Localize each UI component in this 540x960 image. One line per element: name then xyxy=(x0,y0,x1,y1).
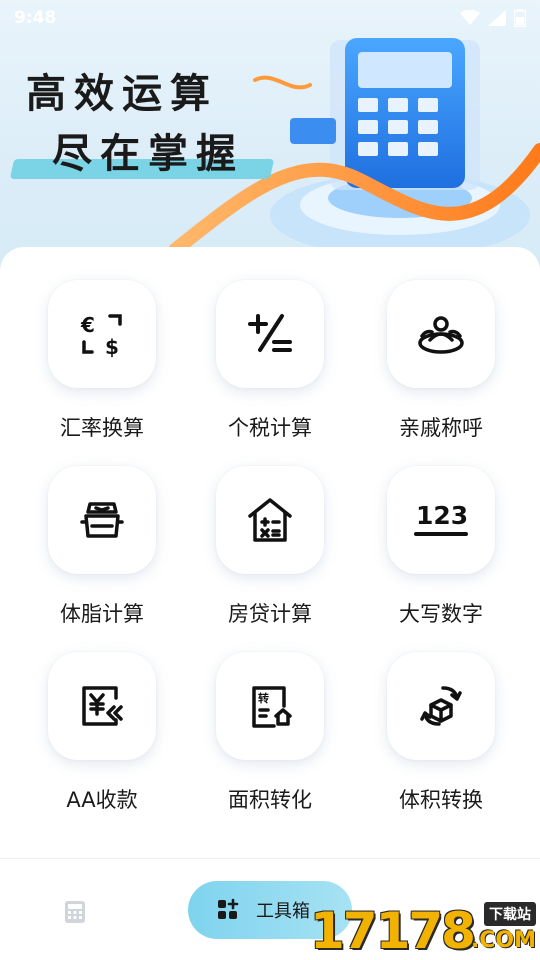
tool-label: 房贷计算 xyxy=(228,602,312,626)
number-123-icon: 123 xyxy=(414,501,468,536)
tool-icon-box[interactable] xyxy=(387,652,495,760)
tool-currency-exchange[interactable]: € $ 汇率换算 xyxy=(17,280,187,442)
tool-area-convert[interactable]: 转 面积转化 xyxy=(185,652,355,814)
tool-volume-convert[interactable]: 体积转换 xyxy=(356,652,526,814)
banner-slogan: 高效运算 尽在掌握 xyxy=(9,64,275,184)
slogan-line1: 高效运算 xyxy=(26,70,218,117)
tool-aa-payment[interactable]: AA收款 xyxy=(17,652,187,814)
tool-label: 亲戚称呼 xyxy=(399,416,483,440)
wifi-icon xyxy=(460,10,480,25)
tool-label: 体积转换 xyxy=(399,788,483,812)
watermark-logo: 17178 下载站 .COM xyxy=(310,898,540,960)
tab-calculator[interactable] xyxy=(60,897,90,927)
tool-income-tax[interactable]: 个税计算 xyxy=(185,280,355,442)
slogan-line2: 尽在掌握 xyxy=(52,130,244,177)
area-convert-icon: 转 xyxy=(252,686,292,728)
calculator-icon xyxy=(65,901,85,923)
svg-text:$: $ xyxy=(105,335,119,358)
toolbox-icon xyxy=(218,898,239,919)
tool-label: 体脂计算 xyxy=(60,602,144,626)
tool-icon-box[interactable]: € $ xyxy=(48,280,156,388)
yuan-split-icon xyxy=(82,686,123,726)
watermark-digits: 17178 xyxy=(310,902,476,960)
svg-text:转: 转 xyxy=(258,691,269,705)
tool-icon-box[interactable] xyxy=(48,652,156,760)
tab-toolbox-label: 工具箱 xyxy=(256,901,310,922)
status-bar: 9:48 xyxy=(0,0,540,36)
tool-icon-box[interactable] xyxy=(216,466,324,574)
tool-icon-box[interactable]: 转 xyxy=(216,652,324,760)
house-calculator-icon xyxy=(248,498,292,542)
tool-label: 汇率换算 xyxy=(60,416,144,440)
tool-relatives[interactable]: 亲戚称呼 xyxy=(356,280,526,442)
signal-icon xyxy=(488,10,506,26)
tool-icon-box[interactable] xyxy=(48,466,156,574)
tool-label: 面积转化 xyxy=(228,788,312,812)
tool-mortgage[interactable]: 房贷计算 xyxy=(185,466,355,628)
status-icons xyxy=(460,9,526,27)
currency-exchange-icon: € $ xyxy=(80,313,122,358)
tool-body-fat[interactable]: 体脂计算 xyxy=(17,466,187,628)
battery-icon xyxy=(514,9,526,27)
body-fat-scale-icon xyxy=(80,502,124,538)
watermark-domain: .COM xyxy=(470,928,536,953)
svg-text:123: 123 xyxy=(416,501,468,530)
tool-label: AA收款 xyxy=(66,788,138,812)
volume-convert-icon xyxy=(420,686,462,726)
plus-minus-icon xyxy=(248,314,292,352)
tool-icon-box[interactable] xyxy=(216,280,324,388)
tool-uppercase-number[interactable]: 123 大写数字 xyxy=(356,466,526,628)
tool-icon-box[interactable]: 123 xyxy=(387,466,495,574)
status-time: 9:48 xyxy=(14,8,57,28)
tool-label: 大写数字 xyxy=(399,602,483,626)
watermark-badge: 下载站 xyxy=(484,902,536,926)
tool-label: 个税计算 xyxy=(228,416,312,440)
banner: 9:48 高效运算 尽在掌握 xyxy=(0,0,540,270)
relatives-icon xyxy=(418,316,464,354)
svg-text:€: € xyxy=(80,313,95,337)
tool-icon-box[interactable] xyxy=(387,280,495,388)
